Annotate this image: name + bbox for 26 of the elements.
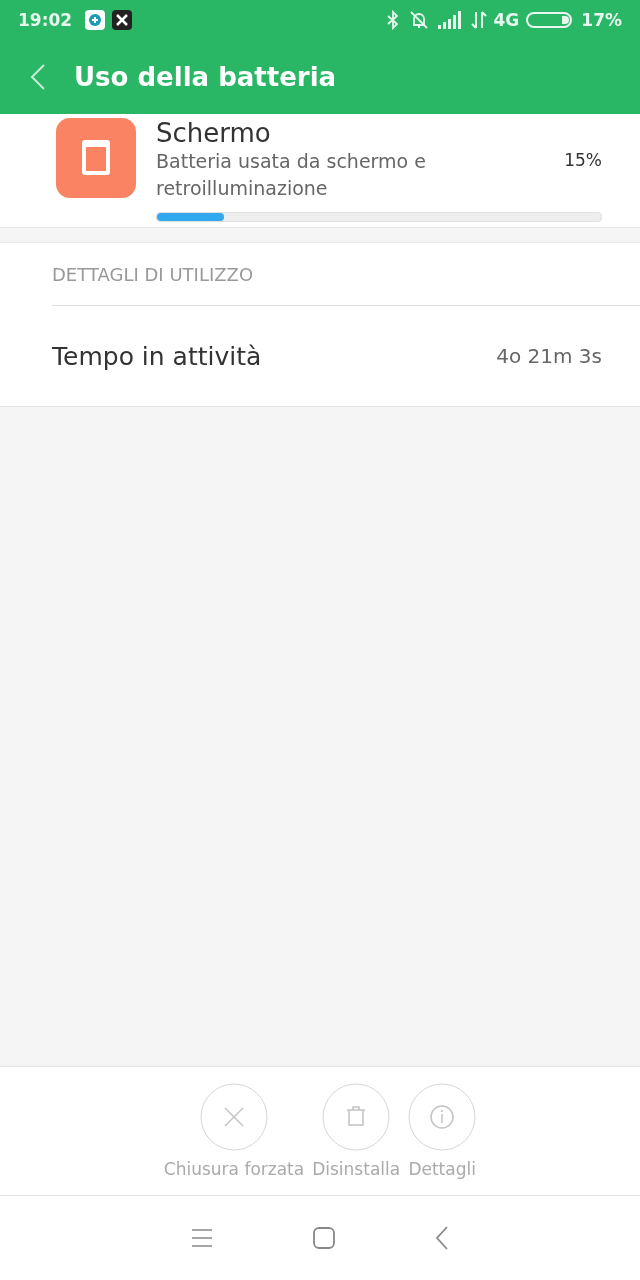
row-label: Tempo in attività <box>52 341 262 371</box>
signal-icon <box>437 11 464 29</box>
item-description: Batteria usata da schermo e retroilluminazione <box>156 149 427 201</box>
usage-percent: 15% <box>564 150 602 170</box>
menu-icon[interactable] <box>191 1228 213 1248</box>
bluetooth-icon <box>385 10 400 30</box>
data-arrows-icon <box>470 10 487 30</box>
close-icon <box>200 1083 268 1151</box>
screen-title: Uso della batteria <box>74 62 337 92</box>
trash-icon <box>322 1083 391 1151</box>
battery-percent: 17% <box>581 10 622 30</box>
action-button[interactable]: Chiusura forzata <box>163 1083 305 1179</box>
network-type: 4G <box>493 10 520 30</box>
action-button[interactable]: Disinstalla <box>312 1083 401 1179</box>
action-button[interactable]: Dettagli <box>408 1083 477 1179</box>
section-header: DETTAGLI DI UTILIZZO <box>52 243 640 306</box>
back-icon[interactable] <box>435 1226 449 1250</box>
app-notification-icon <box>85 10 106 30</box>
info-icon <box>408 1083 477 1151</box>
row-value: 4o 21m 3s <box>496 344 602 368</box>
battery-icon <box>526 10 575 30</box>
tools-icon <box>112 10 133 30</box>
status-time: 19:02 <box>18 10 73 30</box>
item-name: Schermo <box>156 118 272 148</box>
screen-app-icon <box>56 118 136 198</box>
home-icon[interactable] <box>313 1227 335 1249</box>
